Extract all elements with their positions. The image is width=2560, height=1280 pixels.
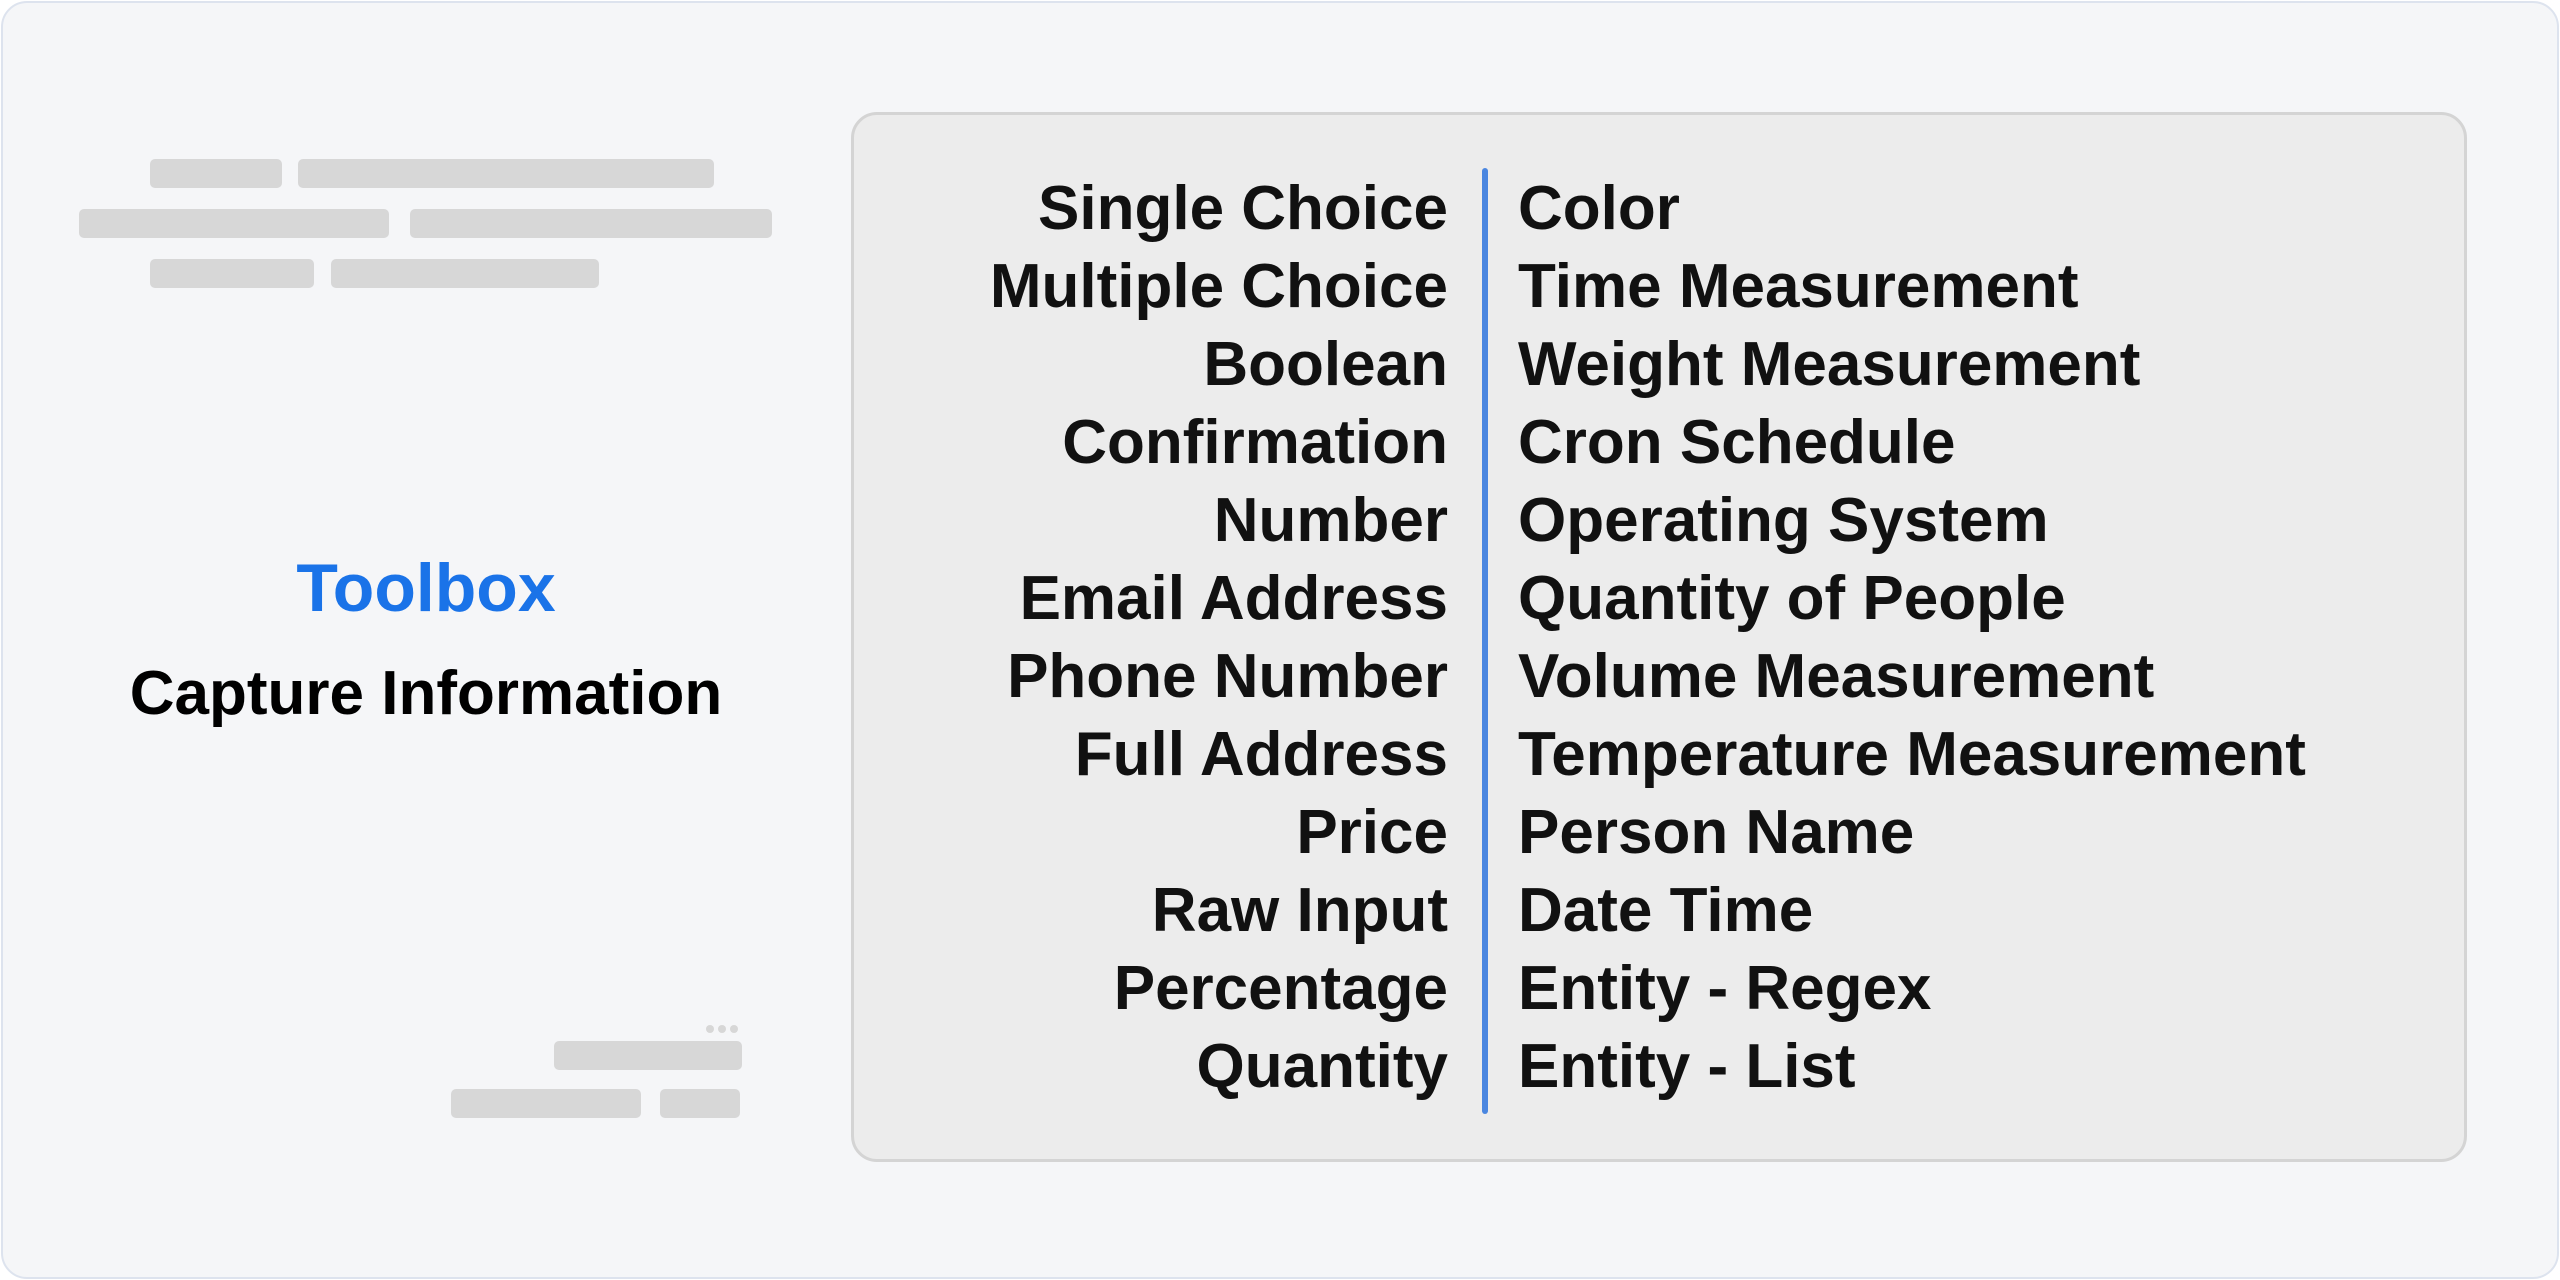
page-subtitle: Capture Information	[129, 659, 723, 728]
placeholder-bar	[150, 259, 314, 288]
capture-type-item: Number	[1213, 486, 1448, 555]
placeholder-bar	[554, 1041, 742, 1070]
capture-type-item: Phone Number	[1007, 642, 1448, 711]
ellipsis-icon	[706, 1025, 738, 1033]
placeholder-bar	[150, 159, 282, 188]
placeholder-bar	[79, 209, 389, 238]
capture-type-item: Time Measurement	[1518, 252, 2079, 321]
capture-type-item: Weight Measurement	[1518, 330, 2141, 399]
capture-type-item: Multiple Choice	[989, 252, 1448, 321]
capture-type-item: Entity - Regex	[1518, 954, 1932, 1023]
capture-type-item: Percentage	[1113, 954, 1448, 1023]
capture-types-right-list: Color Time Measurement Weight Measuremen…	[1518, 170, 2306, 1106]
placeholder-bar	[410, 209, 772, 238]
placeholder-bar	[298, 159, 714, 188]
capture-type-item: Temperature Measurement	[1518, 720, 2306, 789]
capture-type-item: Raw Input	[1151, 876, 1448, 945]
capture-type-item: Cron Schedule	[1518, 408, 1956, 477]
capture-type-item: Price	[1296, 798, 1448, 867]
capture-types-left-list: Single Choice Multiple Choice Boolean Co…	[990, 170, 1448, 1106]
capture-type-item: Entity - List	[1518, 1032, 1856, 1101]
capture-type-item: Confirmation	[1062, 408, 1448, 477]
capture-type-item: Person Name	[1518, 798, 1915, 867]
placeholder-bar	[660, 1089, 740, 1118]
capture-type-item: Quantity	[1196, 1032, 1448, 1101]
capture-type-item: Color	[1518, 174, 1680, 243]
capture-type-item: Email Address	[1019, 564, 1448, 633]
capture-type-item: Operating System	[1518, 486, 2049, 555]
page-title: Toolbox	[296, 550, 556, 626]
column-divider	[1482, 168, 1488, 1114]
capture-type-item: Quantity of People	[1518, 564, 2066, 633]
placeholder-bar	[451, 1089, 641, 1118]
capture-type-item: Volume Measurement	[1518, 642, 2155, 711]
capture-type-item: Date Time	[1518, 876, 1814, 945]
capture-type-item: Boolean	[1203, 330, 1448, 399]
placeholder-bar	[331, 259, 599, 288]
capture-type-item: Single Choice	[1038, 174, 1448, 243]
capture-type-item: Full Address	[1074, 720, 1448, 789]
